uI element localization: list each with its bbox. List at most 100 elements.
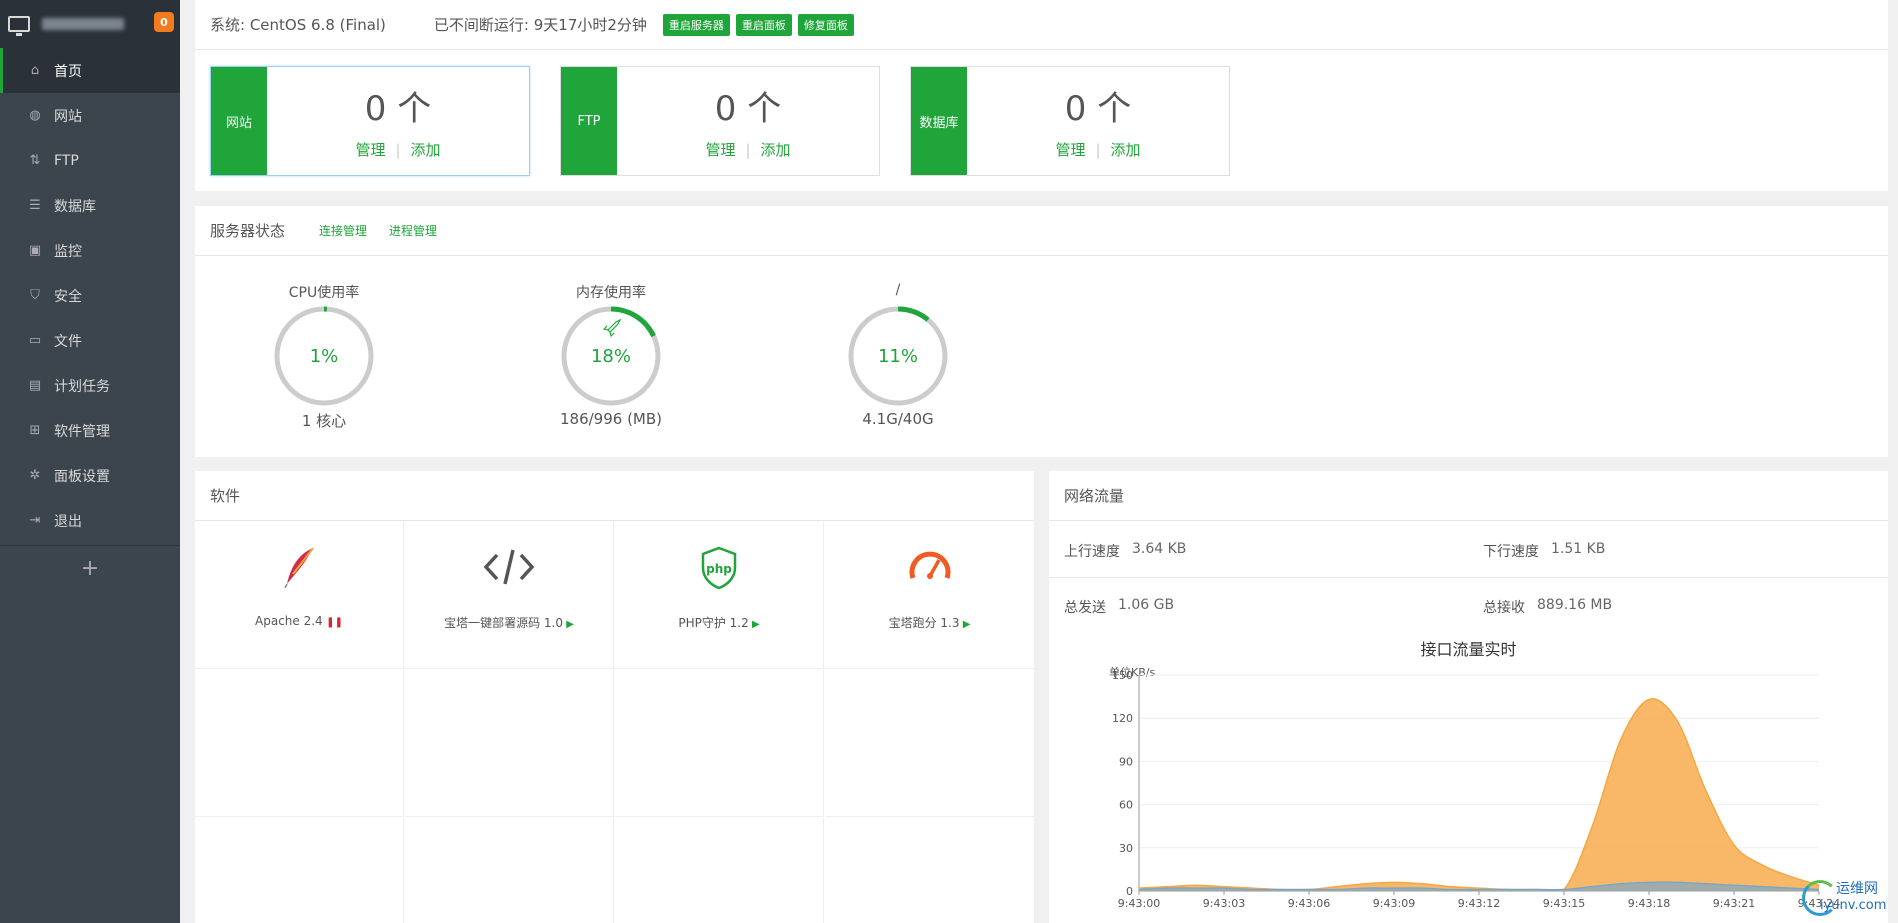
cpu-gauge[interactable]: CPU使用率 1% 1 核心 bbox=[244, 282, 404, 431]
empty-software-slot bbox=[825, 818, 1034, 923]
y-tick-label: 150 bbox=[1112, 669, 1133, 682]
total-received-value: 889.16 MB bbox=[1537, 597, 1613, 613]
sidebar-item-11[interactable]: ⇥ 退出 bbox=[0, 498, 180, 543]
gauge-sub: 4.1G/40G bbox=[862, 410, 934, 428]
globe-icon: ◍ bbox=[29, 108, 41, 123]
total-received-label: 总接收 bbox=[1483, 600, 1525, 616]
traffic-chart: 03060901201509:43:00 9:43:03 9:43:06 9:43:0… bbox=[1112, 669, 1840, 910]
panel-title: 软件 bbox=[210, 487, 241, 505]
software-name: Apache 2.4 ❚❚ bbox=[195, 614, 403, 628]
memory-gauge[interactable]: 内存使用率 18% 186/996 (MB) bbox=[531, 282, 691, 428]
empty-software-slot bbox=[615, 818, 824, 923]
apache-feather-icon bbox=[279, 546, 319, 592]
ftp-card: FTP 0 个 管理 | 添加 bbox=[560, 66, 880, 176]
chart-title: 接口流量实时 bbox=[1420, 640, 1517, 659]
restart-panel-button[interactable]: 重启面板 bbox=[735, 13, 792, 36]
download-speed-value: 1.51 KB bbox=[1551, 541, 1606, 557]
monitor-icon: ▣ bbox=[28, 243, 42, 258]
sidebar-item-10[interactable]: ✲ 面板设置 bbox=[0, 453, 180, 498]
sidebar-nav: ⌂ 首页 ◍ 网站 ⇅ FTP ☰ 数据库 ▣ 监控 ⛉ 安全 ▭ 文件 ▤ 计划任务 ⊞ 软件管理 ✲ 面板设置 ⇥ 退… bbox=[0, 48, 180, 543]
software-grid: Apache 2.4 ❚❚ 宝塔一键部署源码 1.0 ▶ php PHP守护 1.2 … bbox=[195, 522, 1034, 923]
connection-manage-link[interactable]: 连接管理 bbox=[319, 222, 367, 239]
upload-speed-row: 上行速度 3.64 KB bbox=[1064, 541, 1186, 561]
card-tag: FTP bbox=[561, 67, 617, 175]
calendar-icon: ▤ bbox=[28, 378, 42, 393]
add-shortcut-icon[interactable]: + bbox=[0, 546, 180, 590]
panel-title: 网络流量 bbox=[1064, 487, 1125, 505]
sidebar-item-8[interactable]: ▤ 计划任务 bbox=[0, 363, 180, 408]
sidebar-item-label: 计划任务 bbox=[54, 378, 110, 395]
manage-link[interactable]: 管理 bbox=[355, 141, 385, 159]
sidebar-item-6[interactable]: ⛉ 安全 bbox=[0, 273, 180, 318]
software-item[interactable]: Apache 2.4 ❚❚ bbox=[195, 522, 404, 669]
empty-software-slot bbox=[825, 670, 1034, 817]
sidebar-item-label: 首页 bbox=[54, 63, 82, 80]
sidebar-item-label: 文件 bbox=[54, 333, 82, 350]
website-card: 网站 0 个 管理 | 添加 bbox=[210, 66, 530, 176]
software-name-text: 宝塔一键部署源码 1.0 bbox=[444, 616, 564, 630]
brand-bar: 0 bbox=[0, 0, 180, 48]
manage-link[interactable]: 管理 bbox=[705, 141, 735, 159]
running-icon: ▶ bbox=[748, 619, 760, 630]
sidebar-item-label: 网站 bbox=[54, 108, 82, 125]
upload-speed-value: 3.64 KB bbox=[1132, 541, 1187, 557]
download-speed-label: 下行速度 bbox=[1483, 544, 1539, 560]
disk-gauge[interactable]: / 11% 4.1G/40G bbox=[818, 282, 978, 428]
software-item[interactable]: 宝塔跑分 1.3 ▶ bbox=[825, 522, 1034, 669]
sidebar-item-7[interactable]: ▭ 文件 bbox=[0, 318, 180, 363]
speedometer-icon bbox=[907, 546, 953, 590]
add-link[interactable]: 添加 bbox=[1111, 141, 1141, 159]
add-link[interactable]: 添加 bbox=[411, 141, 441, 159]
empty-software-slot bbox=[405, 670, 614, 817]
software-name-text: PHP守护 1.2 bbox=[678, 616, 749, 630]
total-sent-value: 1.06 GB bbox=[1118, 597, 1175, 613]
gauge-value: 1% bbox=[310, 346, 339, 367]
sidebar-item-9[interactable]: ⊞ 软件管理 bbox=[0, 408, 180, 453]
database-icon: ☰ bbox=[29, 198, 41, 213]
sidebar-item-label: 软件管理 bbox=[54, 423, 110, 440]
x-tick-label: 9:43:15 bbox=[1543, 897, 1585, 910]
logout-icon: ⇥ bbox=[29, 513, 41, 528]
y-tick-label: 120 bbox=[1112, 712, 1133, 725]
folder-icon: ▭ bbox=[28, 333, 42, 348]
watermark-line2: iyunv.com bbox=[1820, 898, 1887, 913]
x-tick-label: 9:43:00 bbox=[1118, 897, 1160, 910]
monitor-logo-icon bbox=[8, 16, 30, 36]
sidebar-item-3[interactable]: ⇅ FTP bbox=[0, 138, 180, 183]
server-status-panel: 服务器状态 连接管理 进程管理 CPU使用率 1% 1 核心 内存使用率 18%… bbox=[195, 206, 1888, 457]
system-info-bar: 系统: CentOS 6.8 (Final) 已不间断运行: 9天17小时2分钟… bbox=[195, 0, 1888, 50]
sidebar-item-label: 面板设置 bbox=[54, 468, 110, 485]
software-item[interactable]: 宝塔一键部署源码 1.0 ▶ bbox=[405, 522, 614, 669]
network-panel: 网络流量 上行速度 3.64 KB 下行速度 1.51 KB 总发送 1.06 … bbox=[1049, 471, 1888, 923]
gauge-sub: 186/996 (MB) bbox=[559, 410, 663, 428]
hostname-blurred bbox=[42, 18, 124, 30]
card-tag: 数据库 bbox=[911, 67, 967, 175]
watermark-line1: 运维网 bbox=[1836, 881, 1878, 897]
card-tag: 网站 bbox=[211, 67, 267, 175]
software-name: 宝塔一键部署源码 1.0 ▶ bbox=[405, 614, 613, 631]
notification-badge[interactable]: 0 bbox=[154, 12, 174, 32]
empty-software-slot bbox=[195, 818, 404, 923]
running-icon: ▶ bbox=[563, 619, 574, 630]
sidebar-item-2[interactable]: ◍ 网站 bbox=[0, 93, 180, 138]
manage-link[interactable]: 管理 bbox=[1055, 141, 1085, 159]
sidebar-item-4[interactable]: ☰ 数据库 bbox=[0, 183, 180, 228]
y-tick-label: 90 bbox=[1119, 755, 1133, 768]
software-item[interactable]: php PHP守护 1.2 ▶ bbox=[615, 522, 824, 669]
process-manage-link[interactable]: 进程管理 bbox=[389, 222, 437, 239]
software-name: 宝塔跑分 1.3 ▶ bbox=[825, 614, 1034, 631]
software-name-text: 宝塔跑分 1.3 bbox=[888, 616, 960, 630]
database-card: 数据库 0 个 管理 | 添加 bbox=[910, 66, 1230, 176]
restart-server-button[interactable]: 重启服务器 bbox=[662, 13, 730, 36]
gauge-value: 11% bbox=[878, 346, 918, 367]
system-name: 系统: CentOS 6.8 (Final) bbox=[210, 16, 386, 34]
add-link[interactable]: 添加 bbox=[761, 141, 791, 159]
repair-panel-button[interactable]: 修复面板 bbox=[797, 13, 854, 36]
gear-icon: ✲ bbox=[29, 468, 41, 483]
sidebar-item-label: 监控 bbox=[54, 243, 82, 260]
shield-icon: ⛉ bbox=[30, 288, 40, 303]
php-shield-icon: php bbox=[700, 546, 738, 594]
sidebar-item-5[interactable]: ▣ 监控 bbox=[0, 228, 180, 273]
watermark-logo: 运维网 iyunv.com bbox=[1800, 878, 1890, 920]
sidebar-item-1[interactable]: ⌂ 首页 bbox=[0, 48, 180, 93]
